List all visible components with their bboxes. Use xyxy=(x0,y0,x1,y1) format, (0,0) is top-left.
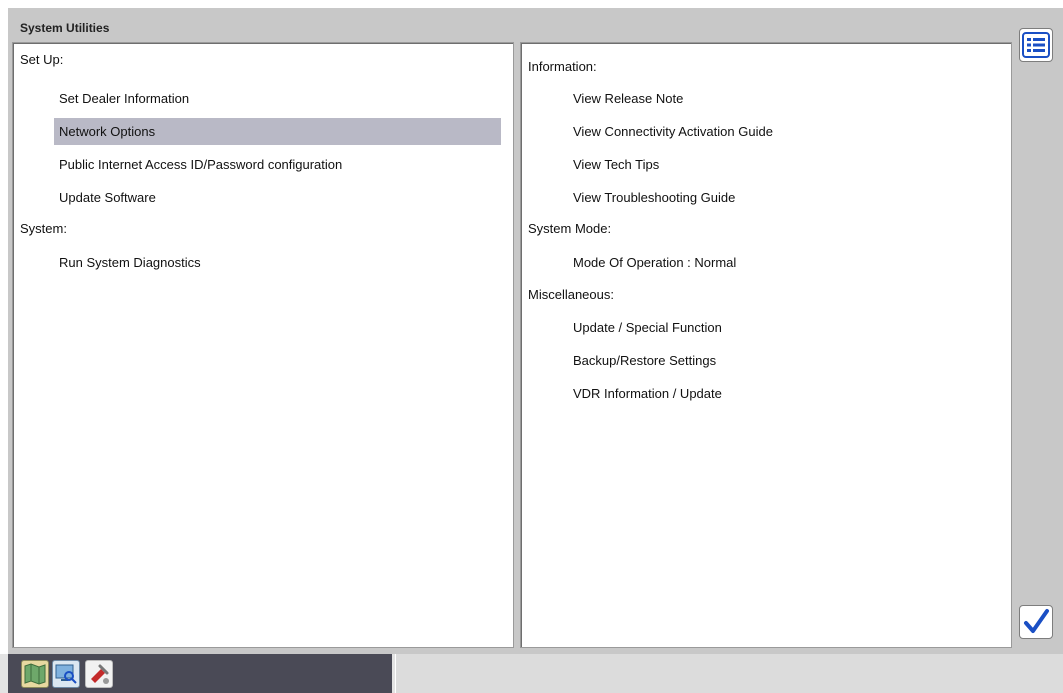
menu-item-update-software[interactable]: Update Software xyxy=(54,184,501,211)
menu-item-view-connectivity-activation-guide[interactable]: View Connectivity Activation Guide xyxy=(568,118,993,145)
menu-item-view-tech-tips[interactable]: View Tech Tips xyxy=(568,151,993,178)
menu-item-network-options[interactable]: Network Options xyxy=(54,118,501,145)
taskbar-app-area xyxy=(8,654,392,693)
menu-item-mode-of-operation[interactable]: Mode Of Operation : Normal xyxy=(568,249,993,276)
menu-item-update-special-function[interactable]: Update / Special Function xyxy=(568,314,993,341)
right-panel: Information: View Release Note View Conn… xyxy=(520,42,1012,648)
system-heading: System: xyxy=(20,221,67,236)
window-title: System Utilities xyxy=(20,21,110,35)
map-icon[interactable] xyxy=(21,660,49,688)
checkmark-icon xyxy=(1024,609,1049,633)
miscellaneous-heading: Miscellaneous: xyxy=(528,287,614,302)
list-menu-icon xyxy=(1022,32,1050,58)
menu-item-public-internet-access[interactable]: Public Internet Access ID/Password confi… xyxy=(54,151,501,178)
menu-item-vdr-information-update[interactable]: VDR Information / Update xyxy=(568,380,993,407)
computer-search-icon[interactable] xyxy=(52,660,80,688)
menu-item-view-release-note[interactable]: View Release Note xyxy=(568,85,993,112)
tools-icon[interactable] xyxy=(85,660,113,688)
menu-item-set-dealer-information[interactable]: Set Dealer Information xyxy=(54,85,501,112)
confirm-button[interactable] xyxy=(1019,605,1053,639)
system-utilities-window: System Utilities Set Up: Set Dealer Info… xyxy=(8,8,1063,654)
left-panel: Set Up: Set Dealer Information Network O… xyxy=(12,42,514,648)
menu-item-view-troubleshooting-guide[interactable]: View Troubleshooting Guide xyxy=(568,184,993,211)
menu-item-backup-restore-settings[interactable]: Backup/Restore Settings xyxy=(568,347,993,374)
information-heading: Information: xyxy=(528,59,597,74)
menu-list-button[interactable] xyxy=(1019,28,1053,62)
taskbar xyxy=(0,654,1063,693)
setup-heading: Set Up: xyxy=(20,52,64,67)
taskbar-status-area xyxy=(395,654,1063,693)
system-mode-heading: System Mode: xyxy=(528,221,612,236)
menu-item-run-system-diagnostics[interactable]: Run System Diagnostics xyxy=(54,249,501,276)
